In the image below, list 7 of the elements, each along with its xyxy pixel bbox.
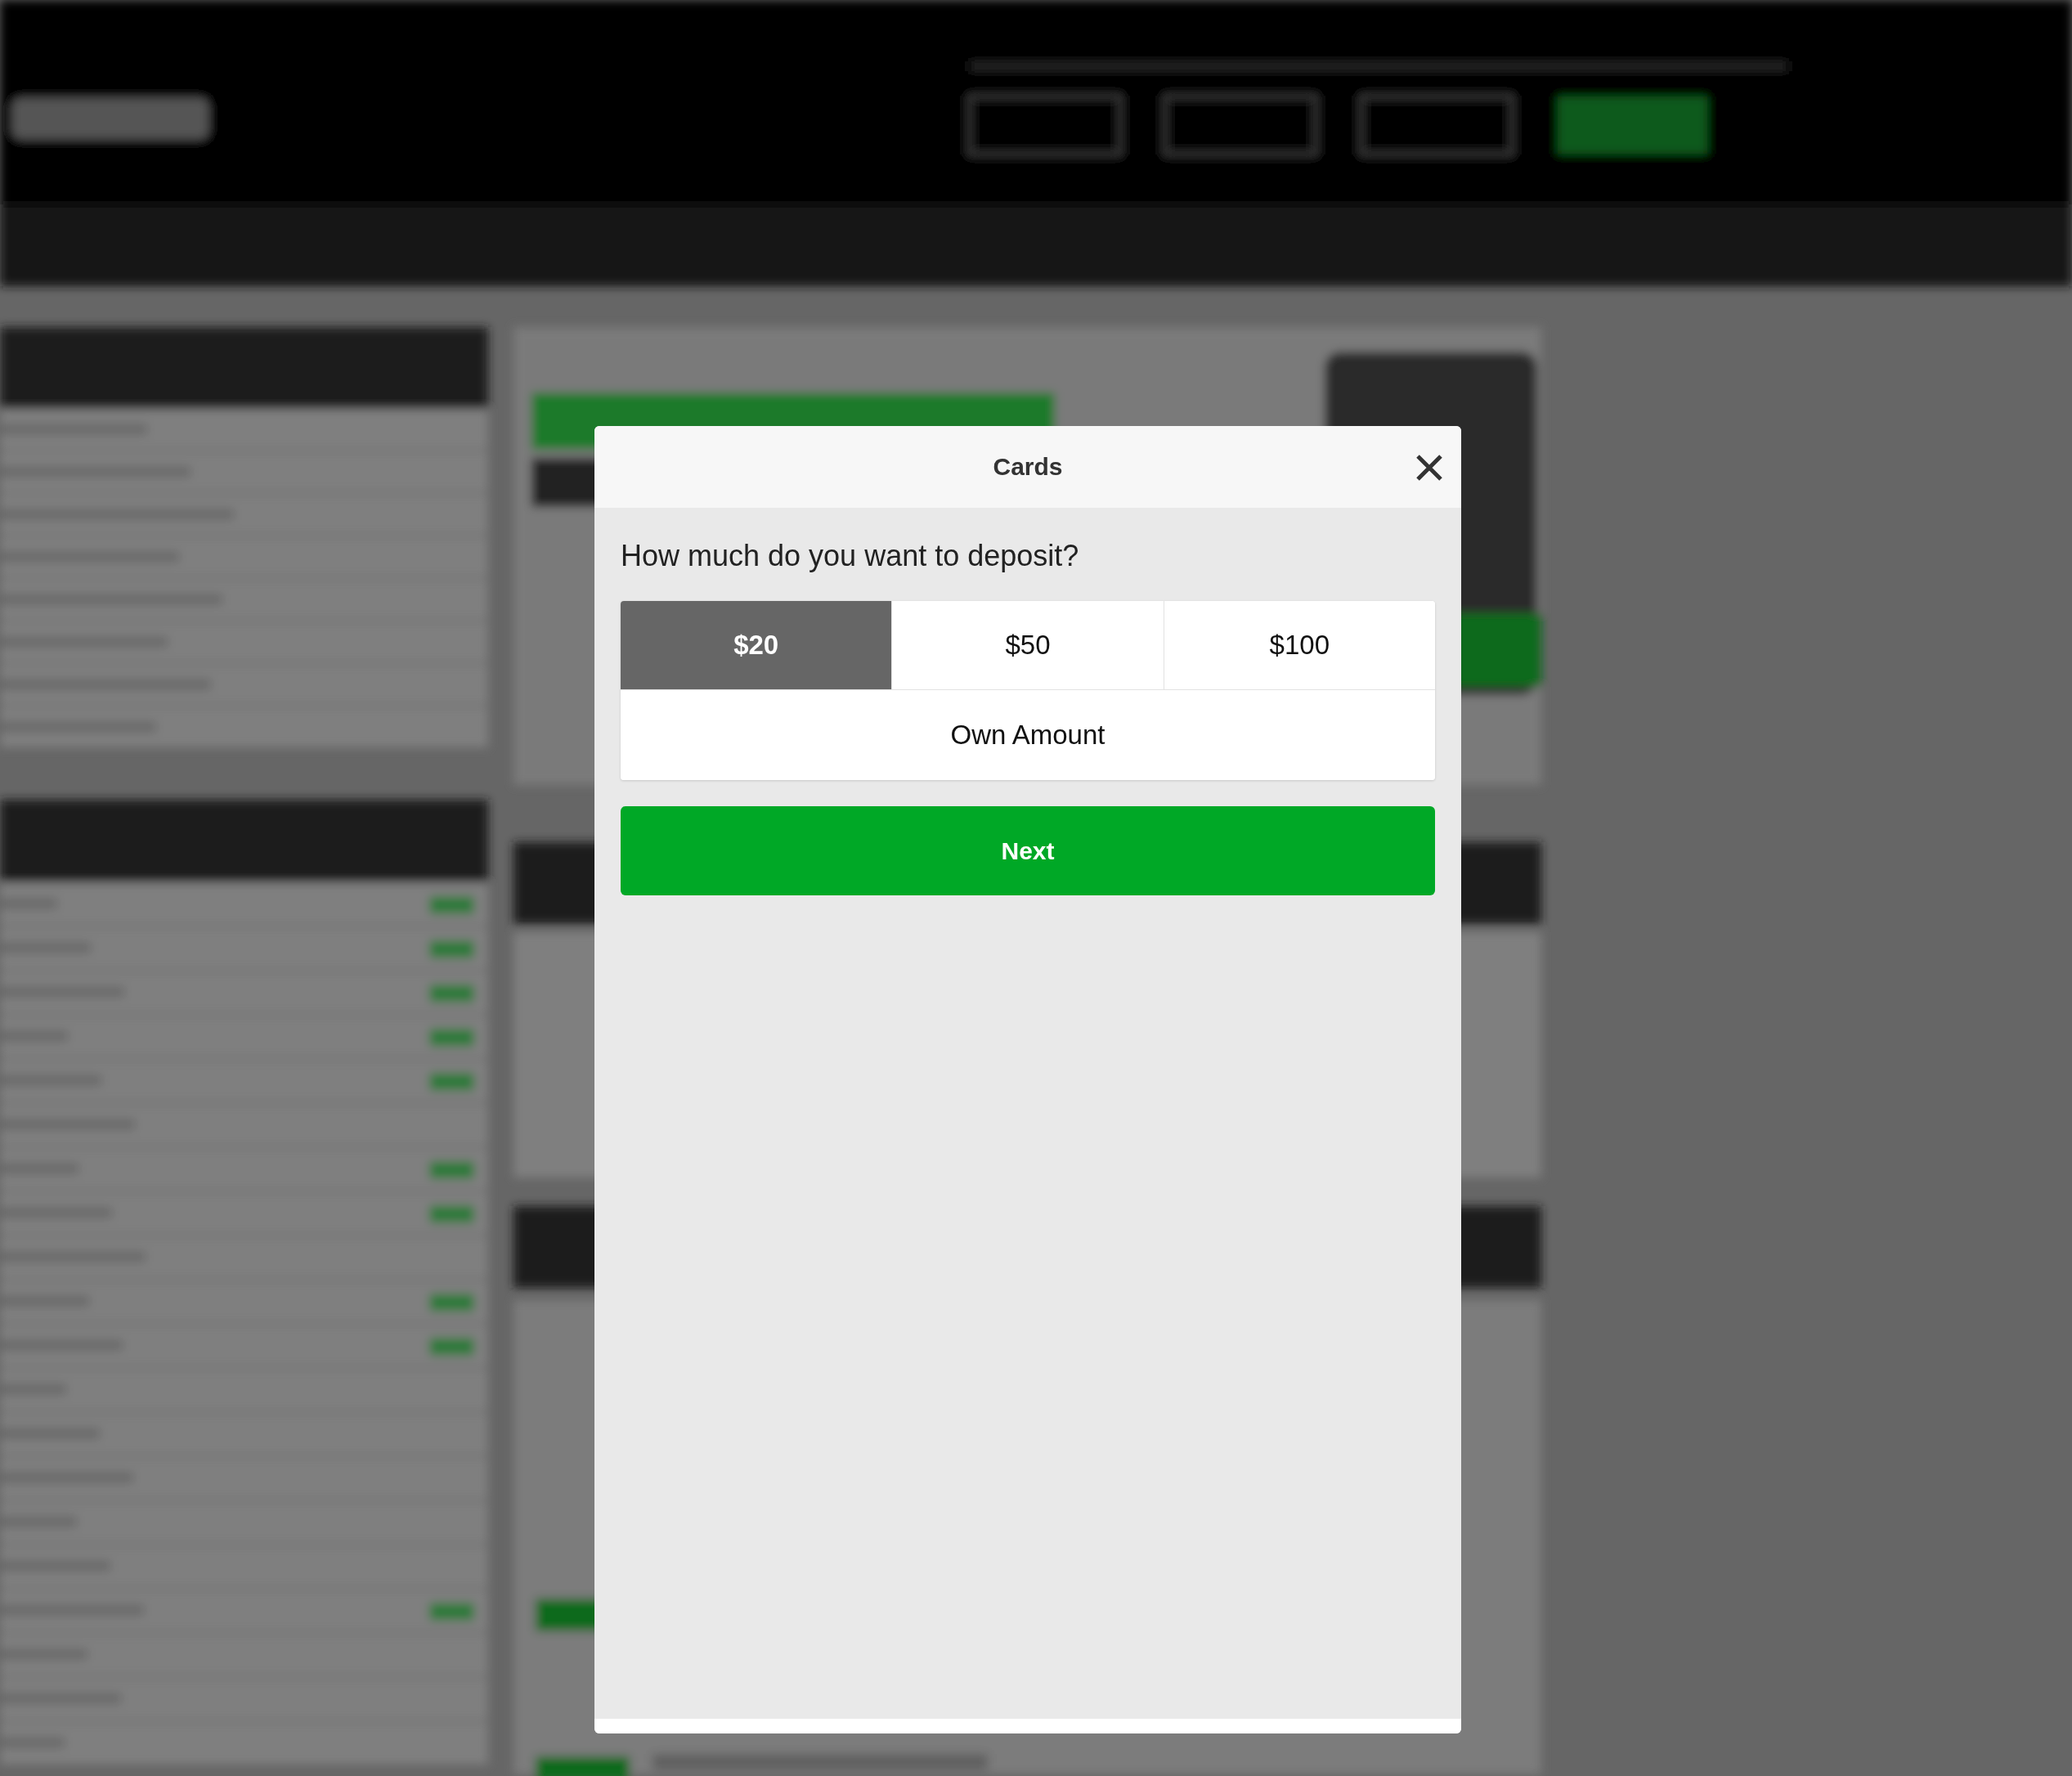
dialog-title: Cards: [993, 453, 1063, 481]
amount-option[interactable]: $100: [1164, 601, 1435, 690]
deposit-question: How much do you want to deposit?: [621, 539, 1080, 573]
own-amount-option[interactable]: Own Amount: [621, 690, 1435, 780]
amount-option[interactable]: $50: [892, 601, 1164, 690]
close-icon[interactable]: [1415, 454, 1443, 482]
amount-option[interactable]: $20: [621, 601, 893, 690]
